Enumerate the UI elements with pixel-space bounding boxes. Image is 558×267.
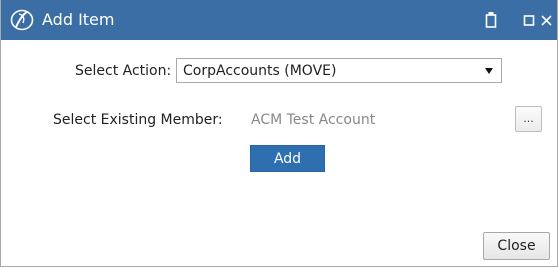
- select-action-label: Select Action:: [75, 63, 172, 79]
- dialog-titlebar[interactable]: Add Item: [1, 0, 557, 40]
- existing-member-value: ACM Test Account: [251, 112, 376, 128]
- close-button[interactable]: Close: [483, 232, 550, 260]
- dialog-title: Add Item: [42, 10, 115, 29]
- pin-icon[interactable]: [485, 11, 497, 29]
- browse-member-label: ...: [523, 112, 534, 125]
- select-existing-member-label: Select Existing Member:: [53, 112, 223, 128]
- app-logo-icon: [10, 9, 34, 31]
- close-icon[interactable]: [540, 11, 554, 29]
- chevron-down-icon: [485, 68, 493, 74]
- add-button[interactable]: Add: [250, 145, 325, 172]
- browse-member-button[interactable]: ...: [515, 106, 542, 132]
- select-action-dropdown[interactable]: CorpAccounts (MOVE): [176, 58, 502, 83]
- add-item-dialog: Add Item Select Action: CorpAccounts (MO…: [0, 0, 558, 267]
- add-button-label: Add: [273, 151, 302, 167]
- select-action-value: CorpAccounts (MOVE): [183, 63, 337, 79]
- close-button-label: Close: [497, 238, 536, 254]
- maximize-icon[interactable]: [523, 11, 535, 29]
